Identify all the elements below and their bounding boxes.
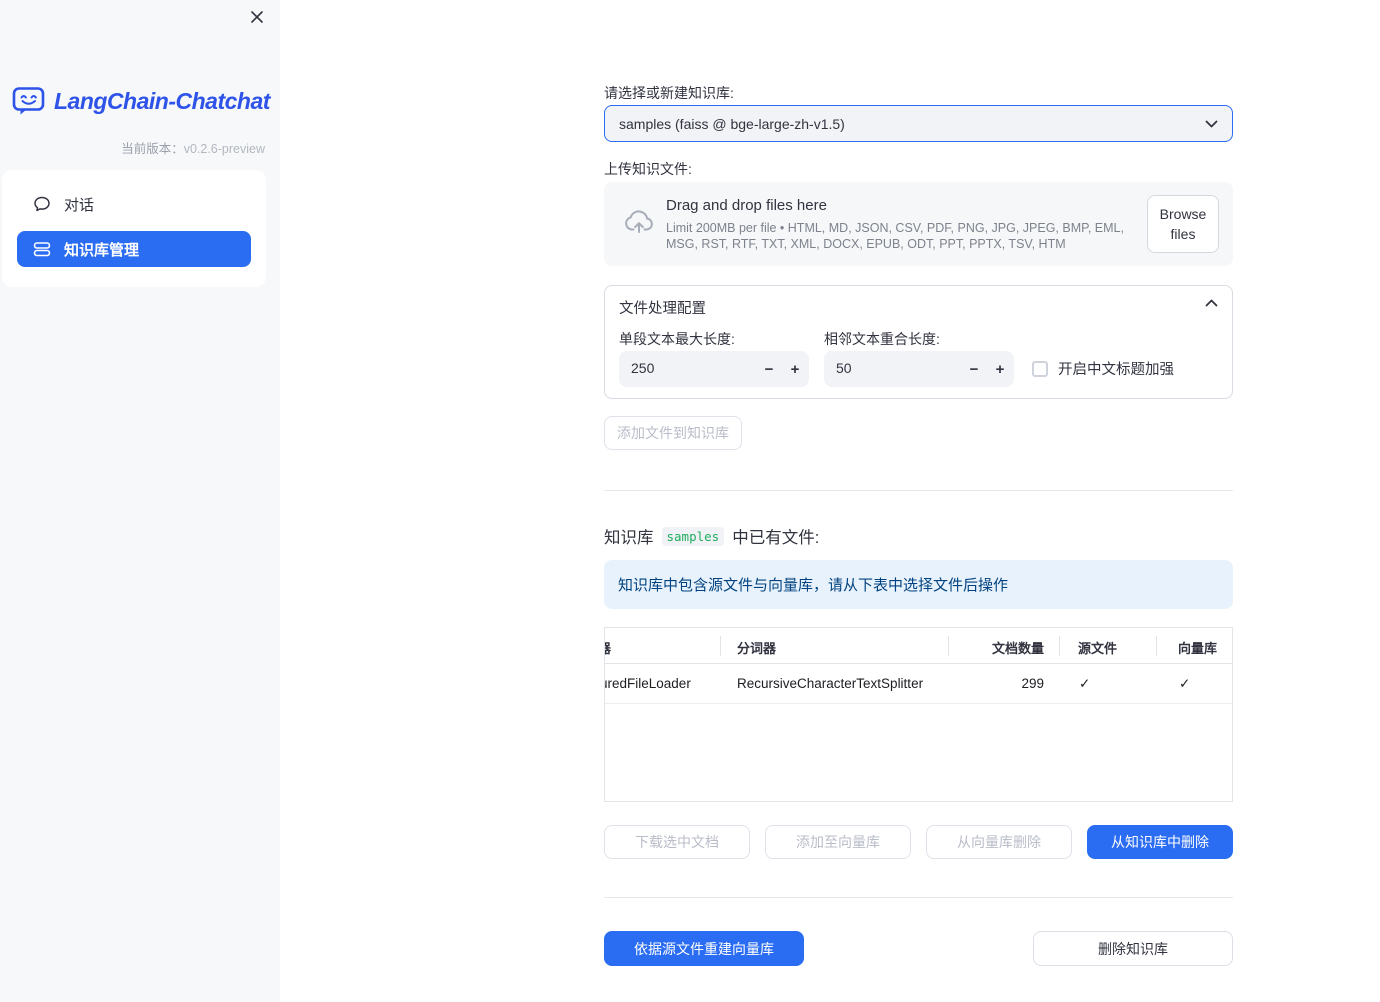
col-header-doc-count[interactable]: 文档数量: [948, 638, 1044, 657]
cell-vector-store-check: ✓: [1179, 676, 1191, 691]
chevron-down-icon: [1205, 120, 1218, 128]
overlap-label: 相邻文本重合长度:: [824, 331, 940, 347]
kb-files-heading: 知识库 samples 中已有文件:: [604, 524, 819, 548]
browse-files-button[interactable]: Browse files: [1147, 195, 1219, 253]
version-info: 当前版本：v0.2.6-preview: [121, 138, 265, 157]
chunk-size-input[interactable]: 250 − +: [619, 351, 809, 387]
kb-heading-suffix: 中已有文件:: [732, 529, 820, 547]
sidebar-item-label: 知识库管理: [64, 241, 140, 259]
delete-kb-button[interactable]: 删除知识库: [1033, 931, 1233, 966]
column-separator: [1059, 636, 1060, 656]
cell-loader: uredFileLoader: [604, 676, 691, 691]
zh-title-checkbox[interactable]: [1032, 360, 1048, 377]
file-config-expander: 文件处理配置 单段文本最大长度: 250 − + 相邻文本重合长度: 50 − …: [604, 285, 1233, 399]
chunk-size-label: 单段文本最大长度:: [619, 331, 735, 347]
chunk-size-value: 250: [631, 360, 655, 376]
expander-title[interactable]: 文件处理配置: [619, 297, 706, 318]
download-selected-button[interactable]: 下载选中文档: [604, 825, 750, 859]
kb-select-label: 请选择或新建知识库:: [604, 85, 734, 101]
table-header-row: 器 分词器 文档数量 源文件 向量库: [605, 628, 1232, 664]
rebuild-vectorstore-button[interactable]: 依据源文件重建向量库: [604, 931, 804, 966]
zh-title-checkbox-row[interactable]: 开启中文标题加强: [1032, 358, 1174, 379]
kb-select[interactable]: samples (faiss @ bge-large-zh-v1.5): [604, 105, 1233, 142]
version-value: v0.2.6-preview: [183, 142, 265, 156]
delete-from-kb-button[interactable]: 从知识库中删除: [1087, 825, 1233, 859]
sidebar-item-label: 对话: [64, 196, 95, 214]
sidebar-close-icon[interactable]: [248, 8, 266, 26]
overlap-increment-button[interactable]: +: [986, 351, 1014, 387]
app-logo: LangChain-Chatchat: [12, 86, 270, 116]
overlap-input[interactable]: 50 − +: [824, 351, 1014, 387]
chunk-size-decrement-button[interactable]: −: [755, 351, 783, 387]
file-dropzone[interactable]: Drag and drop files here Limit 200MB per…: [604, 182, 1233, 266]
kb-name-code: samples: [661, 526, 725, 546]
sidebar-item-dialogue[interactable]: 对话: [17, 186, 251, 222]
add-files-to-kb-button[interactable]: 添加文件到知识库: [604, 416, 742, 450]
table-row[interactable]: uredFileLoader RecursiveCharacterTextSpl…: [605, 664, 1232, 704]
version-label: 当前版本：: [121, 142, 184, 156]
chunk-size-increment-button[interactable]: +: [781, 351, 809, 387]
sidebar-item-knowledge-base[interactable]: 知识库管理: [17, 231, 251, 267]
kb-heading-prefix: 知识库: [604, 529, 654, 547]
chevron-up-icon[interactable]: [1205, 299, 1218, 307]
stack-icon: [33, 240, 51, 258]
column-separator: [720, 636, 721, 656]
cell-splitter: RecursiveCharacterTextSplitter: [737, 676, 924, 691]
col-header-loader[interactable]: 器: [605, 638, 611, 657]
col-header-splitter[interactable]: 分词器: [737, 638, 776, 657]
col-header-vector-store[interactable]: 向量库: [1178, 638, 1217, 657]
chat-bubble-icon: [33, 195, 51, 213]
file-actions: 下载选中文档 添加至向量库 从向量库删除 从知识库中删除: [604, 825, 1233, 859]
app-window: LangChain-Chatchat 当前版本：v0.2.6-preview 对…: [0, 0, 1380, 1002]
divider: [604, 490, 1233, 491]
divider: [604, 897, 1233, 898]
sidebar: LangChain-Chatchat 当前版本：v0.2.6-preview 对…: [0, 0, 280, 1002]
upload-label: 上传知识文件:: [604, 161, 692, 177]
logo-chat-icon: [12, 86, 46, 116]
info-banner: 知识库中包含源文件与向量库，请从下表中选择文件后操作: [604, 560, 1233, 609]
cell-doc-count: 299: [1021, 676, 1044, 691]
col-header-source-file[interactable]: 源文件: [1078, 638, 1117, 657]
kb-select-value: samples (faiss @ bge-large-zh-v1.5): [619, 115, 845, 132]
dropzone-title: Drag and drop files here: [666, 197, 827, 214]
sidebar-menu: 对话 知识库管理: [2, 170, 266, 287]
delete-from-vectorstore-button[interactable]: 从向量库删除: [926, 825, 1072, 859]
kb-files-table[interactable]: 器 分词器 文档数量 源文件 向量库 uredFileLoader Recurs…: [604, 627, 1233, 802]
overlap-value: 50: [836, 360, 852, 376]
logo-title: LangChain-Chatchat: [54, 87, 270, 114]
column-separator: [1156, 636, 1157, 656]
zh-title-checkbox-label: 开启中文标题加强: [1058, 362, 1174, 378]
cell-source-file-check: ✓: [1079, 676, 1091, 691]
add-to-vectorstore-button[interactable]: 添加至向量库: [765, 825, 911, 859]
info-banner-text: 知识库中包含源文件与向量库，请从下表中选择文件后操作: [618, 577, 1009, 594]
cloud-upload-icon: [620, 208, 654, 238]
dropzone-limit-text: Limit 200MB per file • HTML, MD, JSON, C…: [666, 221, 1124, 251]
overlap-decrement-button[interactable]: −: [960, 351, 988, 387]
